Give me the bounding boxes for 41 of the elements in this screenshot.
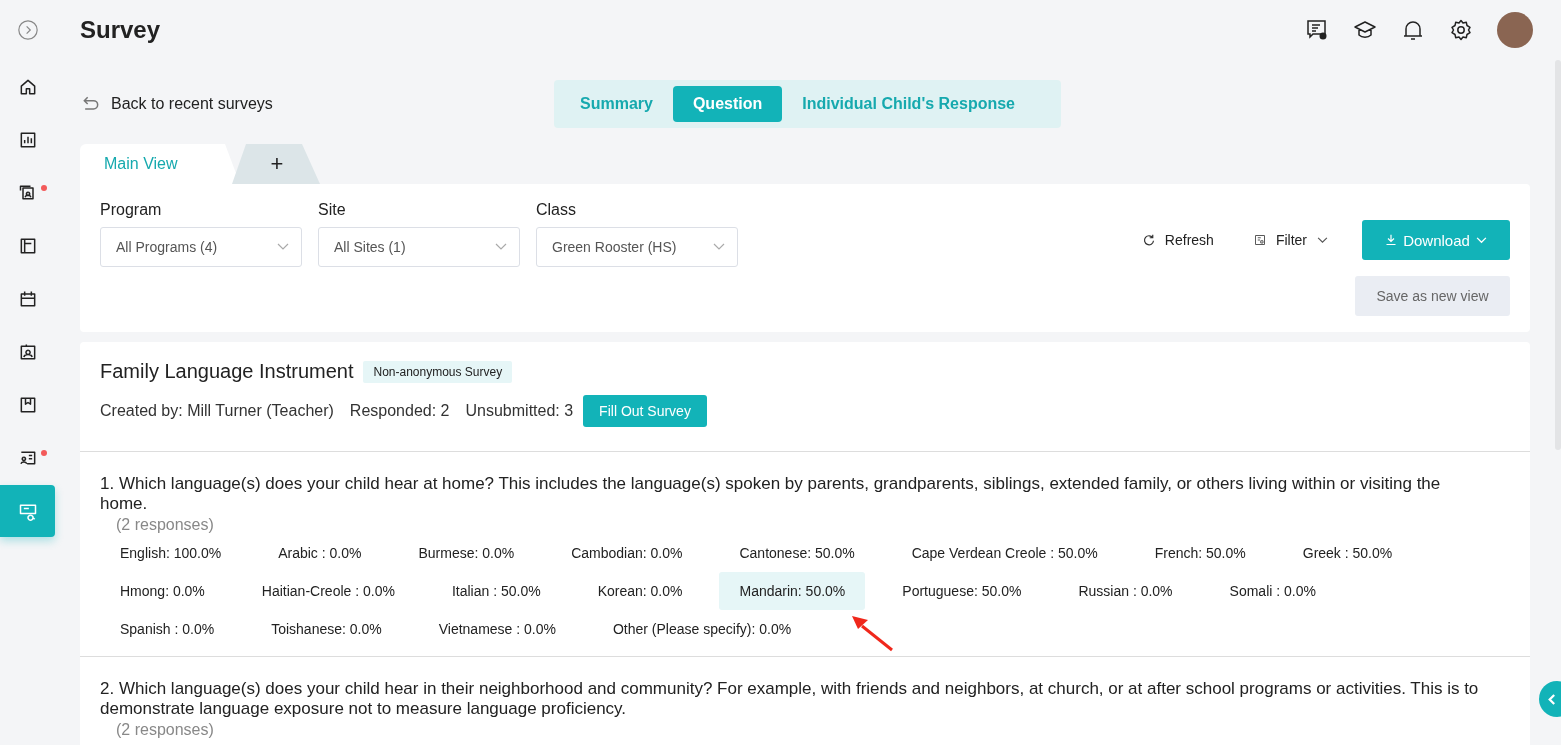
answer-option[interactable]: Cantonese: 50.0% xyxy=(719,534,875,572)
unsubmitted-count: Unsubmitted: 3 xyxy=(465,402,574,420)
responded-count: Responded: 2 xyxy=(349,402,450,420)
answer-option[interactable]: Cambodian: 0.0% xyxy=(551,534,703,572)
answer-option[interactable]: Greek : 50.0% xyxy=(1282,534,1413,572)
filter-label: Class xyxy=(536,201,577,219)
answer-option[interactable]: Hmong: 0.0% xyxy=(100,572,225,610)
answer-option[interactable]: French: 50.0% xyxy=(1134,534,1266,572)
answer-option[interactable]: Korean: 0.0% xyxy=(577,572,703,610)
answer-option[interactable]: Toishanese: 0.0% xyxy=(251,610,402,648)
select-field[interactable]: Green Rooster (HS) xyxy=(536,227,738,267)
survey-type-tag: Non-anonymous Survey xyxy=(363,360,513,383)
page-title: Survey xyxy=(80,16,161,44)
answer-option[interactable]: English: 100.0% xyxy=(100,534,242,572)
refresh-button[interactable]: Refresh xyxy=(1136,232,1220,248)
save-view-button[interactable]: Save as new view xyxy=(1355,276,1510,316)
survey-title: Family Language Instrument xyxy=(100,360,354,383)
answer-option[interactable]: Cape Verdean Creole : 50.0% xyxy=(891,534,1118,572)
answer-option[interactable]: Other (Please specify): 0.0% xyxy=(592,610,812,648)
filter-label: Program xyxy=(100,201,163,219)
answer-option[interactable]: Burmese: 0.0% xyxy=(398,534,535,572)
response-count: (2 responses) xyxy=(116,516,215,534)
view-tab[interactable]: + xyxy=(232,144,322,184)
answer-option[interactable]: Spanish : 0.0% xyxy=(100,610,235,648)
creator-text: Created by: Mill Turner (Teacher) xyxy=(100,402,334,420)
back-link[interactable]: Back to recent surveys xyxy=(80,94,273,114)
answer-option[interactable]: Russian : 0.0% xyxy=(1058,572,1193,610)
filter-button[interactable]: Filter xyxy=(1247,232,1334,248)
answer-option[interactable]: Arabic : 0.0% xyxy=(258,534,382,572)
answer-option[interactable]: Vietnamese : 0.0% xyxy=(418,610,576,648)
question-text: 2. Which language(s) does your child hear in their neighborhood and community? For example, with friends and neighbors, at church, or at after school programs or activities. This is to demonstrate language exposure not to measure language proficiency. xyxy=(100,679,1480,719)
answer-option[interactable]: Haitian-Creole : 0.0% xyxy=(241,572,415,610)
answer-option[interactable]: Somali : 0.0% xyxy=(1209,572,1336,610)
select-field[interactable]: All Programs (4) xyxy=(100,227,302,267)
answer-option[interactable]: Mandarin: 50.0% xyxy=(719,572,866,610)
answer-option[interactable]: Italian : 50.0% xyxy=(431,572,561,610)
question-text: 1. Which language(s) does your child hear at home? This includes the language(s) spoken by parents, grandparents, siblings, extended family, or others living within or visiting the home. xyxy=(100,474,1442,514)
select-field[interactable]: All Sites (1) xyxy=(318,227,520,267)
response-count: (2 responses) xyxy=(116,721,215,739)
filter-label: Site xyxy=(318,201,347,219)
answer-option[interactable]: Portuguese: 50.0% xyxy=(882,572,1042,610)
